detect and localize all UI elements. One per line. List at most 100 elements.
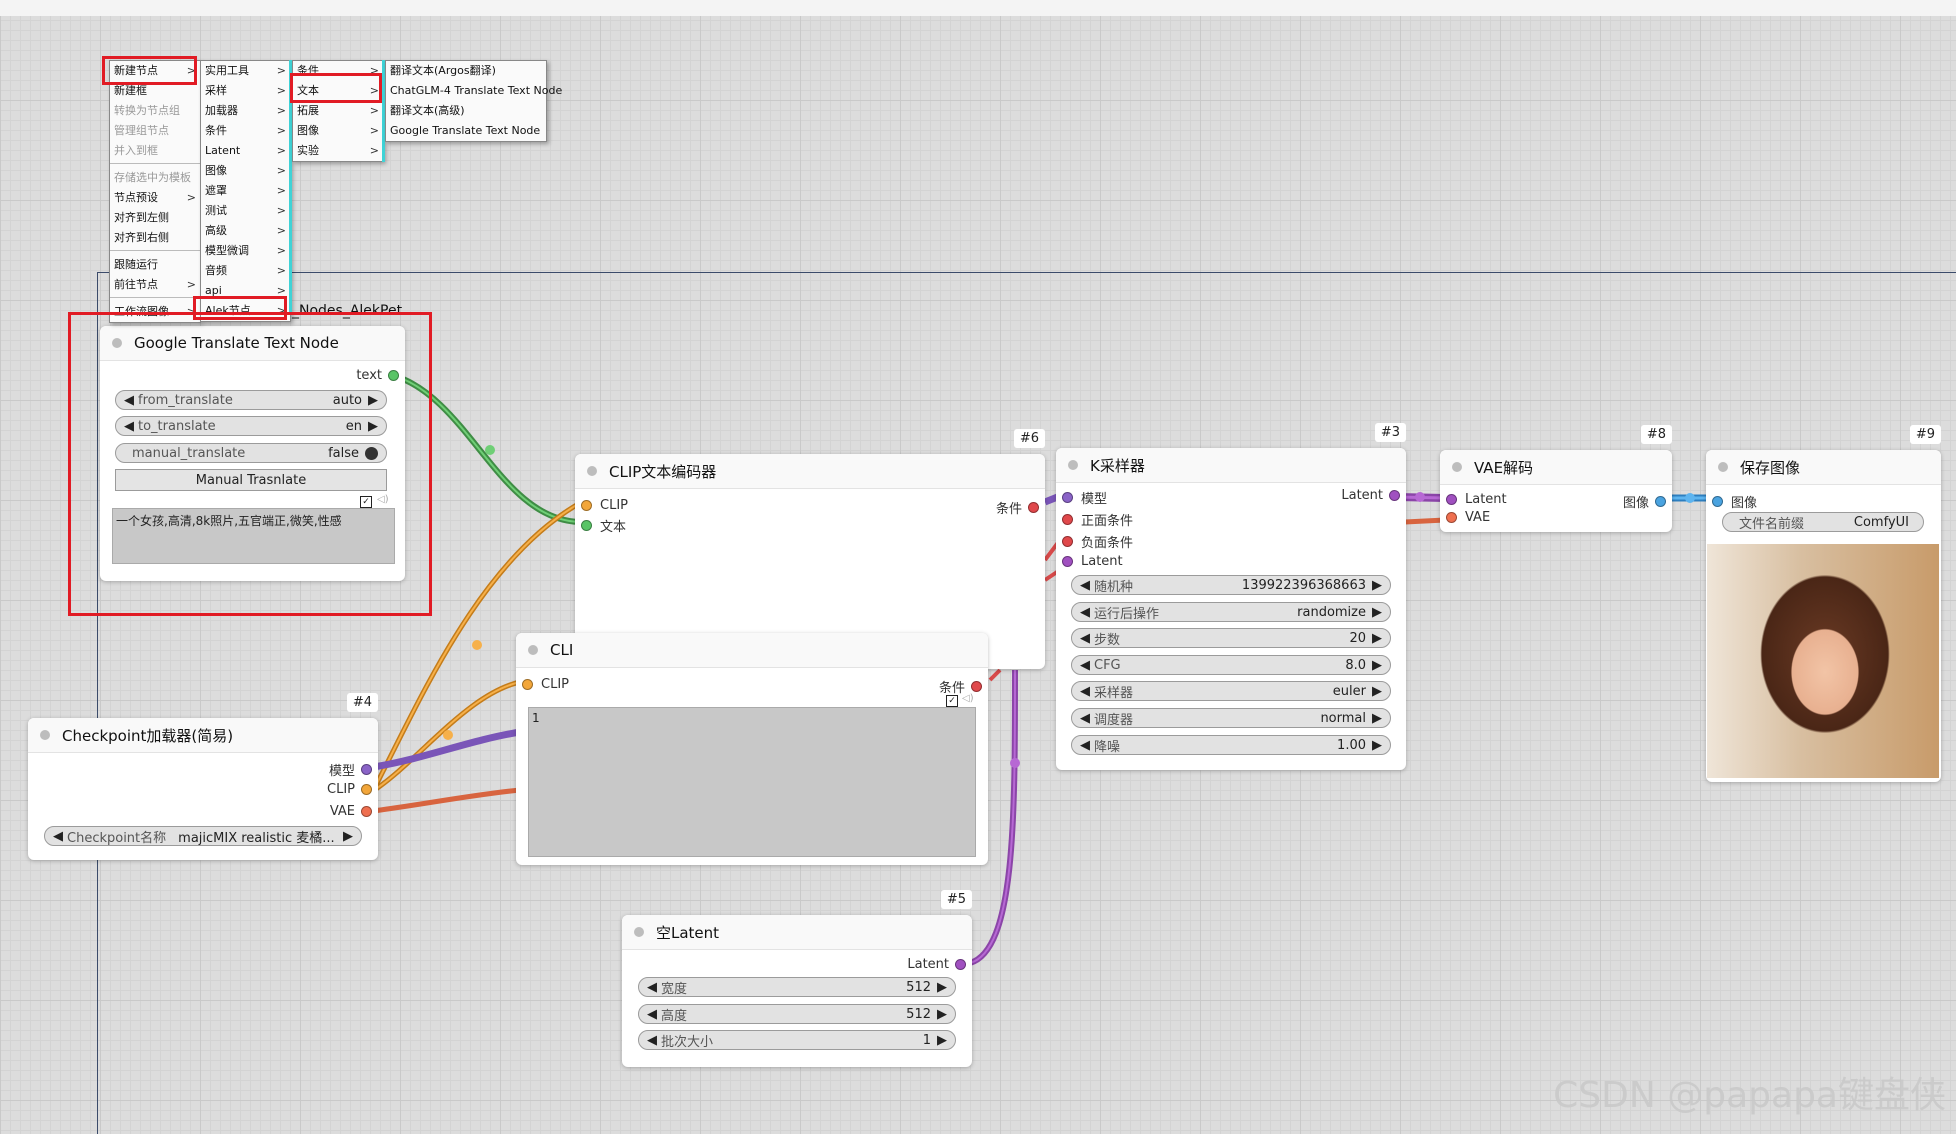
output-slot-conditioning[interactable]: [1028, 502, 1039, 513]
input-slot-clip[interactable]: [522, 679, 533, 690]
node-id: #6: [1013, 429, 1045, 448]
menu-item-conditioning[interactable]: 条件 >: [201, 121, 290, 141]
collapse-dot[interactable]: [1452, 462, 1462, 472]
output-slot-latent[interactable]: [955, 959, 966, 970]
sampler-widget[interactable]: ◀ 采样器 euler ▶: [1071, 681, 1391, 701]
menu-item-utils[interactable]: 实用工具 >: [201, 61, 290, 81]
input-slot-image[interactable]: [1712, 496, 1723, 507]
menu-item-test[interactable]: 测试 >: [201, 201, 290, 221]
arrow-left-icon[interactable]: ◀: [1080, 738, 1090, 753]
denoise-widget[interactable]: ◀ 降噪 1.00 ▶: [1071, 735, 1391, 755]
collapse-dot[interactable]: [1718, 462, 1728, 472]
menu-item-align-left[interactable]: 对齐到左侧: [110, 208, 200, 228]
arrow-left-icon[interactable]: ◀: [1080, 711, 1090, 726]
output-slot-vae[interactable]: [361, 806, 372, 817]
arrow-left-icon[interactable]: ◀: [1080, 578, 1090, 593]
menu-item-alek-extension[interactable]: 拓展 >: [293, 101, 383, 121]
control-after-widget[interactable]: ◀ 运行后操作 randomize ▶: [1071, 602, 1391, 622]
arrow-right-icon[interactable]: ▶: [1372, 658, 1382, 673]
checkpoint-name-widget[interactable]: ◀ Checkpoint名称 majicMIX realistic 麦橘... ▶: [44, 826, 362, 846]
arrow-left-icon[interactable]: ◀: [1080, 684, 1090, 699]
context-menu: 新建节点 > 新建框 转换为节点组 管理组节点 并入到框 存储选中为模板 节点预设…: [109, 60, 201, 323]
arrow-right-icon[interactable]: ▶: [1372, 711, 1382, 726]
menu-item-sampling[interactable]: 采样 >: [201, 81, 290, 101]
menu-item-follow-run[interactable]: 跟随运行: [110, 255, 200, 275]
menu-item-latent[interactable]: Latent >: [201, 141, 290, 161]
node-title: CLIP文本编码器: [609, 462, 717, 481]
menu-item-mask[interactable]: 遮罩 >: [201, 181, 290, 201]
checkpoint-loader-node[interactable]: #4 Checkpoint加载器(简易) 模型 CLIP VAE ◀ Checkp…: [28, 693, 378, 860]
menu-item-advanced[interactable]: 高级 >: [201, 221, 290, 241]
menu-item-alek-image[interactable]: 图像 >: [293, 121, 383, 141]
vae-decode-node[interactable]: #8 VAE解码 Latent VAE 图像: [1440, 425, 1672, 532]
input-slot-latent[interactable]: [1062, 556, 1073, 567]
arrow-left-icon[interactable]: ◀: [647, 980, 657, 995]
input-slot-vae[interactable]: [1446, 512, 1457, 523]
input-slot-text[interactable]: [581, 520, 592, 531]
output-slot-conditioning[interactable]: [971, 681, 982, 692]
seed-widget[interactable]: ◀ 随机种 139922396368663 ▶: [1071, 575, 1391, 595]
collapse-dot[interactable]: [40, 730, 50, 740]
arrow-right-icon[interactable]: ▶: [937, 1033, 947, 1048]
menu-item-audio[interactable]: 音频 >: [201, 261, 290, 281]
arrow-left-icon[interactable]: ◀: [53, 829, 63, 844]
output-slot-latent[interactable]: [1389, 490, 1400, 501]
menu-item-argos-translate[interactable]: 翻译文本(Argos翻译): [386, 61, 546, 81]
collapse-dot[interactable]: [587, 466, 597, 476]
arrow-right-icon[interactable]: ▶: [343, 829, 353, 844]
arrow-right-icon[interactable]: ▶: [1372, 605, 1382, 620]
menu-item-advanced-translate[interactable]: 翻译文本(高级): [386, 101, 546, 121]
arrow-left-icon[interactable]: ◀: [1080, 631, 1090, 646]
collapse-dot[interactable]: [1068, 460, 1078, 470]
arrow-left-icon[interactable]: ◀: [647, 1033, 657, 1048]
menu-item-node-presets[interactable]: 节点预设 >: [110, 188, 200, 208]
arrow-left-icon[interactable]: ◀: [1080, 605, 1090, 620]
arrow-right-icon[interactable]: ▶: [1372, 684, 1382, 699]
scheduler-widget[interactable]: ◀ 调度器 normal ▶: [1071, 708, 1391, 728]
node-id: #3: [1374, 423, 1406, 442]
input-slot-model[interactable]: [1062, 492, 1073, 503]
cfg-widget[interactable]: ◀ CFG 8.0 ▶: [1071, 655, 1391, 675]
menu-item-save-template[interactable]: 存储选中为模板: [110, 168, 200, 188]
empty-latent-node[interactable]: #5 空Latent Latent ◀ 宽度 512 ▶ ◀ 高度 512 ▶ ◀ 批次大小 1…: [622, 890, 972, 1067]
generated-image-preview[interactable]: [1707, 544, 1939, 778]
menu-item-image[interactable]: 图像 >: [201, 161, 290, 181]
steps-widget[interactable]: ◀ 步数 20 ▶: [1071, 628, 1391, 648]
collapse-dot[interactable]: [634, 927, 644, 937]
input-slot-positive[interactable]: [1062, 514, 1073, 525]
arrow-left-icon[interactable]: ◀: [1080, 658, 1090, 673]
arrow-right-icon[interactable]: ▶: [1372, 578, 1382, 593]
menu-item-model-tuning[interactable]: 模型微调 >: [201, 241, 290, 261]
height-widget[interactable]: ◀ 高度 512 ▶: [638, 1004, 956, 1024]
input-slot-latent[interactable]: [1446, 494, 1457, 505]
menu-item-go-to-node[interactable]: 前往节点 >: [110, 275, 200, 295]
speaker-icon[interactable]: ◁): [962, 693, 974, 704]
menu-item-convert-group[interactable]: 转换为节点组: [110, 101, 200, 121]
output-slot-image[interactable]: [1655, 496, 1666, 507]
width-widget[interactable]: ◀ 宽度 512 ▶: [638, 977, 956, 997]
arrow-left-icon[interactable]: ◀: [647, 1007, 657, 1022]
input-slot-negative[interactable]: [1062, 536, 1073, 547]
arrow-right-icon[interactable]: ▶: [1372, 631, 1382, 646]
arrow-right-icon[interactable]: ▶: [937, 980, 947, 995]
text-input[interactable]: 1: [528, 707, 976, 857]
input-slot-clip[interactable]: [581, 500, 592, 511]
arrow-right-icon[interactable]: ▶: [1372, 738, 1382, 753]
menu-item-google-translate[interactable]: Google Translate Text Node: [386, 121, 546, 141]
menu-item-merge-frame[interactable]: 并入到框: [110, 141, 200, 161]
menu-item-chatglm-translate[interactable]: ChatGLM-4 Translate Text Node: [386, 81, 562, 101]
output-slot-model[interactable]: [361, 764, 372, 775]
clip-text-encoder-node-2[interactable]: CLI CLIP 条件 ✓ ◁) 1: [516, 633, 988, 865]
filename-prefix-widget[interactable]: 文件名前缀 ComfyUI: [1722, 512, 1924, 532]
output-slot-clip[interactable]: [361, 784, 372, 795]
ksampler-node[interactable]: #3 K采样器 模型 正面条件 负面条件 Latent Latent ◀ 随机种 1…: [1056, 423, 1406, 770]
batch-size-widget[interactable]: ◀ 批次大小 1 ▶: [638, 1030, 956, 1050]
menu-item-alek-experimental[interactable]: 实验 >: [293, 141, 383, 161]
arrow-right-icon[interactable]: ▶: [937, 1007, 947, 1022]
checkbox-icon[interactable]: ✓: [946, 695, 958, 707]
menu-item-manage-group[interactable]: 管理组节点: [110, 121, 200, 141]
menu-item-align-right[interactable]: 对齐到右侧: [110, 228, 200, 248]
menu-item-loaders[interactable]: 加载器 >: [201, 101, 290, 121]
collapse-dot[interactable]: [528, 645, 538, 655]
node-id: #4: [346, 693, 378, 712]
